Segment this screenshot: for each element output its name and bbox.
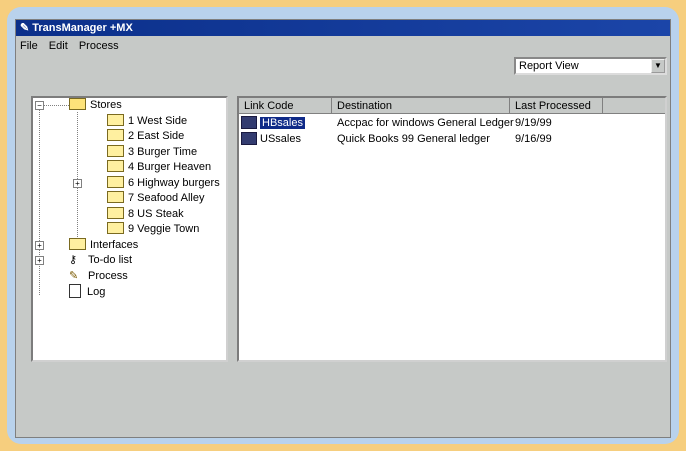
tree-line [77, 112, 78, 241]
tree-node-store[interactable]: 1 West Side [107, 114, 187, 129]
folder-icon [107, 129, 124, 142]
book-icon [241, 131, 257, 145]
tree-node-process[interactable]: ✎ Process [69, 269, 128, 284]
view-select-value: Report View [519, 60, 579, 72]
tree-node-label: Process [88, 270, 128, 282]
pencil-icon: ✎ [69, 270, 79, 282]
menu-file[interactable]: File [20, 40, 38, 52]
collapse-stores-icon[interactable]: − [35, 101, 44, 110]
tree-node-label: 7 Seafood Alley [128, 192, 205, 204]
last-processed-cell: 9/16/99 [515, 133, 552, 145]
tree-node-store[interactable]: 4 Burger Heaven [107, 160, 211, 175]
folder-icon [107, 145, 124, 158]
table-row[interactable]: HBsales Accpac for windows General Ledge… [241, 115, 663, 131]
chevron-down-icon[interactable]: ▼ [651, 59, 665, 73]
app-icon: ✎ [20, 22, 30, 34]
tree-node-label: Interfaces [90, 239, 139, 251]
tree-node-store[interactable]: 2 East Side [107, 129, 184, 144]
tree-node-label: 9 Veggie Town [128, 223, 200, 235]
list-pane[interactable]: Link Code Destination Last Processed HBs… [237, 96, 667, 362]
tree-node-label: To-do list [88, 254, 133, 266]
column-header-empty [603, 98, 665, 114]
tree-node-log[interactable]: Log [69, 284, 106, 300]
tree-node-todo[interactable]: ⚷ To-do list [69, 253, 132, 268]
folder-icon [107, 222, 124, 235]
expand-todo-icon[interactable]: + [35, 256, 44, 265]
link-code-cell: USsales [260, 133, 301, 145]
tree-node-store[interactable]: 6 Highway burgers [107, 176, 220, 191]
tree-node-label: Log [87, 286, 106, 298]
window-title: TransManager +MX [32, 22, 133, 34]
folder-icon [69, 238, 86, 251]
tree-node-interfaces[interactable]: Interfaces [69, 238, 138, 253]
tree-node-label: Stores [90, 99, 122, 111]
book-icon [241, 115, 257, 129]
tree-node-label: 6 Highway burgers [128, 177, 220, 189]
tree-node-store[interactable]: 9 Veggie Town [107, 222, 199, 237]
expand-store-icon[interactable]: + [73, 179, 82, 188]
table-row[interactable]: USsales Quick Books 99 General ledger 9/… [241, 131, 663, 147]
folder-icon [107, 160, 124, 173]
tree-node-label: 3 Burger Time [128, 146, 198, 158]
view-select[interactable]: Report View ▼ [514, 57, 667, 75]
tree-node-store[interactable]: 7 Seafood Alley [107, 191, 204, 206]
tree-pane[interactable]: − Stores 1 West Side 2 East Side 3 Burge… [31, 96, 228, 362]
destination-cell: Accpac for windows General Ledger [337, 117, 514, 129]
column-header-last-processed[interactable]: Last Processed [510, 98, 603, 114]
tree-node-stores[interactable]: Stores [69, 98, 122, 113]
document-icon [69, 284, 81, 299]
folder-icon [107, 207, 124, 220]
destination-cell: Quick Books 99 General ledger [337, 133, 490, 145]
tree-node-store[interactable]: 3 Burger Time [107, 145, 197, 160]
tree-node-store[interactable]: 8 US Steak [107, 207, 184, 222]
menu-edit[interactable]: Edit [49, 40, 68, 52]
folder-icon [107, 191, 124, 204]
tree-node-label: 8 US Steak [128, 208, 184, 220]
app-window: ✎ TransManager +MX File Edit Process Repo… [15, 19, 671, 438]
column-header-destination[interactable]: Destination [332, 98, 510, 114]
tree-node-label: 1 West Side [128, 115, 188, 127]
folder-open-icon [69, 98, 86, 111]
column-header-link-code[interactable]: Link Code [239, 98, 332, 114]
tree-node-label: 2 East Side [128, 130, 185, 142]
link-code-cell: HBsales [260, 117, 305, 129]
todo-icon: ⚷ [69, 254, 78, 266]
folder-icon [107, 176, 124, 189]
tree-node-label: 4 Burger Heaven [128, 161, 212, 173]
folder-icon [107, 114, 124, 127]
menu-bar: File Edit Process [16, 38, 123, 54]
tree-line [39, 105, 40, 295]
title-bar: ✎ TransManager +MX [16, 20, 670, 36]
menu-process[interactable]: Process [79, 40, 119, 52]
expand-interfaces-icon[interactable]: + [35, 241, 44, 250]
last-processed-cell: 9/19/99 [515, 117, 552, 129]
